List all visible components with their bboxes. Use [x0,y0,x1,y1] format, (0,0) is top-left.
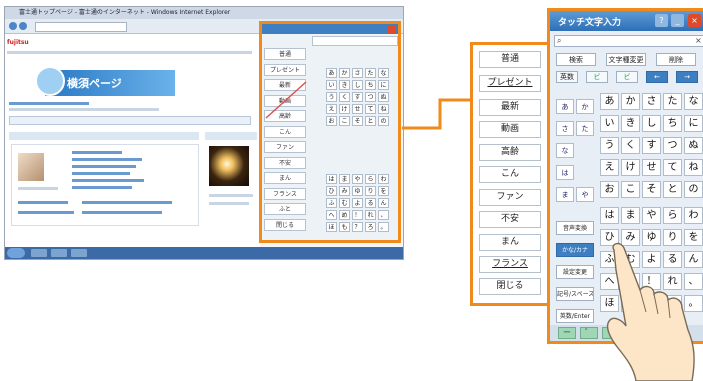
row-key[interactable]: さ [556,121,574,136]
kana-key[interactable]: す [642,137,661,154]
function-button[interactable]: 記号/スペース [556,287,594,301]
kana-key[interactable]: や [642,207,661,224]
kana-key[interactable]: は [600,207,619,224]
kana-key[interactable]: ら [663,207,682,224]
kana-key[interactable]: の [684,181,703,198]
kana-key[interactable]: ち [663,115,682,132]
keyboard-header: タッチ文字入力 ? _ × [550,11,703,31]
kana-key[interactable]: て [663,159,682,176]
minimize-icon[interactable]: _ [671,14,684,27]
close-icon[interactable]: × [688,14,701,27]
kana-key[interactable]: か [621,93,640,110]
row-key[interactable]: は [556,165,574,180]
function-button[interactable]: 音声変換 [556,221,594,235]
kana-key[interactable]: に [684,115,703,132]
mode-button[interactable]: 文字種変更 [606,53,646,66]
tool-button[interactable]: ビ [586,71,608,83]
magnifier-icon: ⌕ [557,36,562,45]
bottom-key[interactable]: ー [558,327,576,339]
word-candidate-button[interactable]: 最新 [479,99,541,116]
kana-key[interactable]: あ [600,93,619,110]
keyboard-title: タッチ文字入力 [558,18,622,28]
tool-button[interactable]: ← [646,71,668,83]
row-key[interactable]: や [576,187,594,202]
pointing-hand-illustration [606,242,695,381]
kana-key[interactable]: い [600,115,619,132]
tool-button[interactable]: → [676,71,698,83]
kana-key[interactable]: と [663,181,682,198]
kana-key[interactable]: わ [684,207,703,224]
kana-key[interactable]: う [600,137,619,154]
kana-key[interactable]: た [663,93,682,110]
row-key[interactable]: ま [556,187,574,202]
clear-icon[interactable]: × [695,36,702,45]
row-key[interactable]: た [576,121,594,136]
kana-key[interactable]: ぬ [684,137,703,154]
kana-key[interactable]: き [621,115,640,132]
word-candidate-button[interactable]: まん [479,234,541,251]
kana-key[interactable]: こ [621,181,640,198]
kana-key[interactable]: つ [663,137,682,154]
help-icon[interactable]: ? [655,14,668,27]
row-key[interactable]: あ [556,99,574,114]
word-candidate-button[interactable]: こん [479,166,541,183]
function-button[interactable]: 設定変更 [556,265,594,279]
kana-key[interactable]: け [621,159,640,176]
tool-button[interactable]: ビ [616,71,638,83]
function-button[interactable]: 英数/Enter [556,309,594,323]
kana-key[interactable]: く [621,137,640,154]
word-candidate-button[interactable]: プレゼント [479,75,541,92]
kana-key[interactable]: せ [642,159,661,176]
kana-key[interactable]: そ [642,181,661,198]
search-input[interactable]: ⌕ × [554,35,703,47]
kana-key[interactable]: ね [684,159,703,176]
kana-key[interactable]: な [684,93,703,110]
kana-key[interactable]: お [600,181,619,198]
kana-key[interactable]: ま [621,207,640,224]
row-key[interactable]: な [556,143,574,158]
word-candidate-button[interactable]: 動画 [479,121,541,138]
kana-key[interactable]: え [600,159,619,176]
mode-button[interactable]: 削除 [656,53,696,66]
word-candidate-button[interactable]: ファン [479,189,541,206]
word-candidate-button[interactable]: 不安 [479,211,541,228]
kana-key[interactable]: し [642,115,661,132]
tool-button[interactable]: 英数 [556,71,578,83]
word-candidate-panel: 普通プレゼント最新動画高齢こんファン不安まんフランスふと閉じる [470,42,550,306]
kana-key[interactable]: さ [642,93,661,110]
mode-button[interactable]: 検索 [556,53,596,66]
row-key[interactable]: か [576,99,594,114]
word-candidate-button[interactable]: 普通 [479,51,541,68]
close-candidates-button[interactable]: 閉じる [479,278,541,295]
word-candidate-button[interactable]: フランス [479,256,541,273]
word-candidate-button[interactable]: 高齢 [479,144,541,161]
function-button[interactable]: かな/カナ [556,243,594,257]
